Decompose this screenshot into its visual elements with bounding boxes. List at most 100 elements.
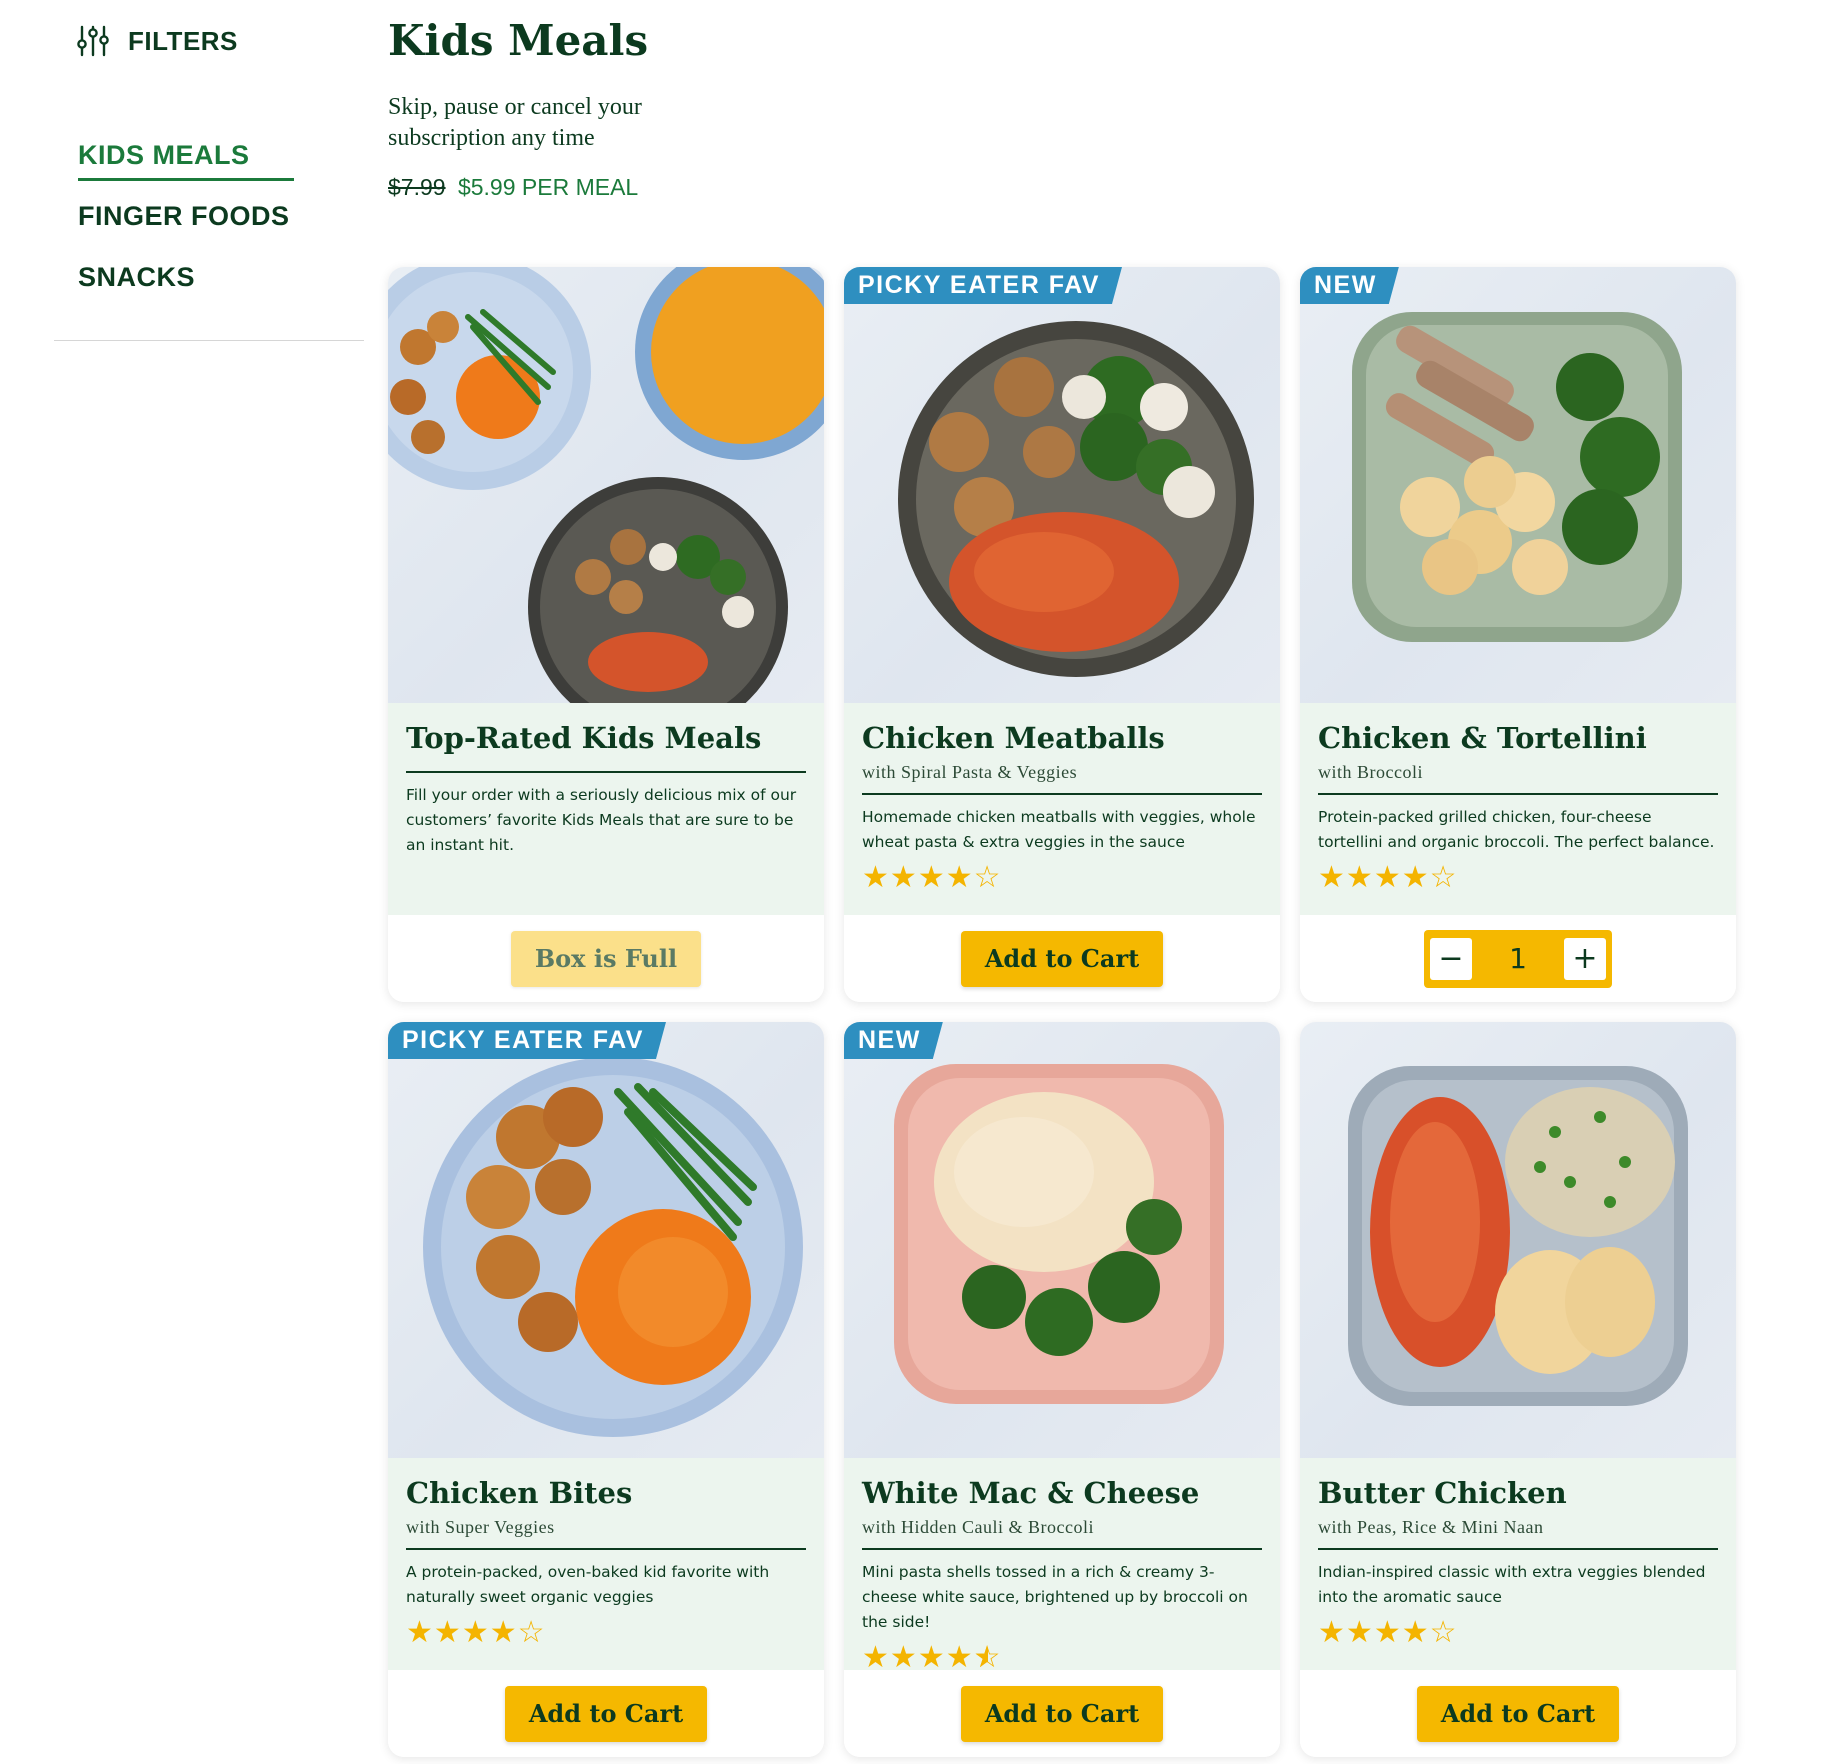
badge-new: NEW: [1300, 267, 1399, 304]
add-to-cart-button[interactable]: Add to Cart: [1416, 1685, 1620, 1742]
card-body: Top-Rated Kids Meals Fill your order wit…: [388, 703, 824, 915]
star-rating: ★★★★☆: [406, 1618, 806, 1648]
star-full-icon: ★: [889, 1641, 918, 1674]
card-title[interactable]: Chicken & Tortellini: [1318, 719, 1718, 757]
star-full-icon: ★: [889, 861, 918, 894]
nav-item-kids-meals[interactable]: KIDS MEALS: [78, 140, 294, 181]
star-full-icon: ★: [461, 1616, 490, 1649]
star-full-icon: ★: [433, 1616, 462, 1649]
decrement-button[interactable]: −: [1430, 937, 1472, 980]
badge-new: NEW: [844, 1022, 943, 1059]
card-description: Homemade chicken meatballs with veggies,…: [862, 808, 1256, 851]
product-card: Top-Rated Kids Meals Fill your order wit…: [388, 267, 824, 1002]
product-image[interactable]: PICKY EATER FAV: [388, 1022, 824, 1458]
product-card: PICKY EATER FAV Chicken Meatballs with S…: [844, 267, 1280, 1002]
card-footer: − 1 +: [1300, 915, 1736, 1002]
card-footer: Add to Cart: [388, 1670, 824, 1757]
star-rating: ★★★★☆: [862, 863, 1262, 893]
quantity-value: 1: [1509, 942, 1527, 975]
product-image[interactable]: PICKY EATER FAV: [844, 267, 1280, 703]
star-empty-icon: ☆: [517, 1616, 546, 1649]
nav-item-snacks[interactable]: SNACKS: [78, 262, 290, 293]
badge-picky-eater-fav: PICKY EATER FAV: [388, 1022, 666, 1059]
filters-toggle[interactable]: FILTERS: [76, 24, 238, 58]
sidebar-divider: [54, 340, 364, 341]
card-description: Indian-inspired classic with extra veggi…: [1318, 1563, 1706, 1606]
card-footer: Box is Full: [388, 915, 824, 1002]
star-full-icon: ★: [1345, 861, 1374, 894]
card-description: Mini pasta shells tossed in a rich & cre…: [862, 1563, 1248, 1631]
card-title[interactable]: Top-Rated Kids Meals: [406, 719, 806, 757]
card-subtitle: with Super Veggies: [406, 1517, 555, 1537]
product-card: NEW Chicken & Tortellini with Broccoli P…: [1300, 267, 1736, 1002]
add-to-cart-button[interactable]: Add to Cart: [960, 930, 1164, 987]
card-body: Chicken Meatballs with Spiral Pasta & Ve…: [844, 703, 1280, 915]
product-card: PICKY EATER FAV Chicken Bites with Super…: [388, 1022, 824, 1757]
price-new: $5.99 PER MEAL: [457, 174, 639, 200]
card-description: A protein-packed, oven-baked kid favorit…: [406, 1563, 770, 1606]
star-full-icon: ★: [489, 1616, 518, 1649]
star-full-icon: ★: [1401, 861, 1430, 894]
card-title[interactable]: Chicken Meatballs: [862, 719, 1262, 757]
product-card: Butter Chicken with Peas, Rice & Mini Na…: [1300, 1022, 1736, 1757]
star-full-icon: ★: [1373, 861, 1402, 894]
star-empty-icon: ☆: [1429, 861, 1458, 894]
price-old: $7.99: [388, 174, 446, 200]
star-full-icon: ★: [1318, 1616, 1346, 1649]
star-empty-icon: ☆: [973, 861, 1002, 894]
star-full-icon: ★: [1373, 1616, 1402, 1649]
card-footer: Add to Cart: [844, 915, 1280, 1002]
product-image[interactable]: [388, 267, 824, 703]
add-to-cart-button[interactable]: Add to Cart: [960, 1685, 1164, 1742]
card-subtitle: with Hidden Cauli & Broccoli: [862, 1517, 1094, 1537]
card-title[interactable]: Butter Chicken: [1318, 1474, 1718, 1512]
product-image[interactable]: [1300, 1022, 1736, 1458]
star-full-icon: ★: [917, 1641, 946, 1674]
star-empty-icon: ☆: [1429, 1616, 1458, 1649]
star-full-icon: ★: [1345, 1616, 1374, 1649]
sliders-icon: [76, 24, 110, 58]
card-divider: [406, 1548, 806, 1550]
price-line: $7.99 $5.99 PER MEAL: [388, 174, 638, 201]
badge-picky-eater-fav: PICKY EATER FAV: [844, 267, 1122, 304]
card-subtitle: with Spiral Pasta & Veggies: [862, 762, 1078, 782]
card-subtitle: with Peas, Rice & Mini Naan: [1318, 1517, 1544, 1537]
card-divider: [406, 771, 806, 773]
card-body: Chicken Bites with Super Veggies A prote…: [388, 1458, 824, 1670]
product-card: NEW White Mac & Cheese with Hidden Cauli…: [844, 1022, 1280, 1757]
card-title[interactable]: Chicken Bites: [406, 1474, 806, 1512]
card-footer: Add to Cart: [844, 1670, 1280, 1757]
page-title: Kids Meals: [388, 16, 649, 65]
card-title[interactable]: White Mac & Cheese: [862, 1474, 1262, 1512]
quantity-stepper: − 1 +: [1424, 929, 1612, 988]
product-image[interactable]: NEW: [1300, 267, 1736, 703]
card-footer: Add to Cart: [1300, 1670, 1736, 1757]
star-half-icon: ☆★: [973, 1641, 1002, 1674]
page-subtitle: Skip, pause or cancel your subscription …: [388, 94, 642, 151]
star-full-icon: ★: [1318, 861, 1346, 894]
increment-button[interactable]: +: [1563, 937, 1606, 980]
card-description: Protein-packed grilled chicken, four-che…: [1318, 808, 1715, 851]
product-grid: Top-Rated Kids Meals Fill your order wit…: [388, 267, 1738, 1757]
star-full-icon: ★: [917, 861, 946, 894]
star-full-icon: ★: [862, 1641, 890, 1674]
star-full-icon: ★: [862, 861, 890, 894]
card-divider: [862, 1548, 1262, 1550]
category-nav: KIDS MEALS FINGER FOODS SNACKS: [78, 140, 294, 323]
card-body: White Mac & Cheese with Hidden Cauli & B…: [844, 1458, 1280, 1673]
card-divider: [862, 793, 1262, 795]
product-image[interactable]: NEW: [844, 1022, 1280, 1458]
add-to-cart-button[interactable]: Add to Cart: [504, 1685, 708, 1742]
star-full-icon: ★: [945, 861, 974, 894]
star-rating: ★★★★☆★: [862, 1643, 1262, 1673]
card-body: Butter Chicken with Peas, Rice & Mini Na…: [1300, 1458, 1736, 1670]
card-divider: [1318, 793, 1718, 795]
nav-item-finger-foods[interactable]: FINGER FOODS: [78, 201, 290, 232]
star-rating: ★★★★☆: [1318, 1618, 1718, 1648]
card-subtitle: with Broccoli: [1318, 762, 1423, 782]
card-divider: [1318, 1548, 1718, 1550]
box-full-button[interactable]: Box is Full: [510, 930, 702, 987]
card-body: Chicken & Tortellini with Broccoli Prote…: [1300, 703, 1736, 915]
star-full-icon: ★: [406, 1616, 434, 1649]
card-description: Fill your order with a seriously delicio…: [406, 786, 797, 854]
